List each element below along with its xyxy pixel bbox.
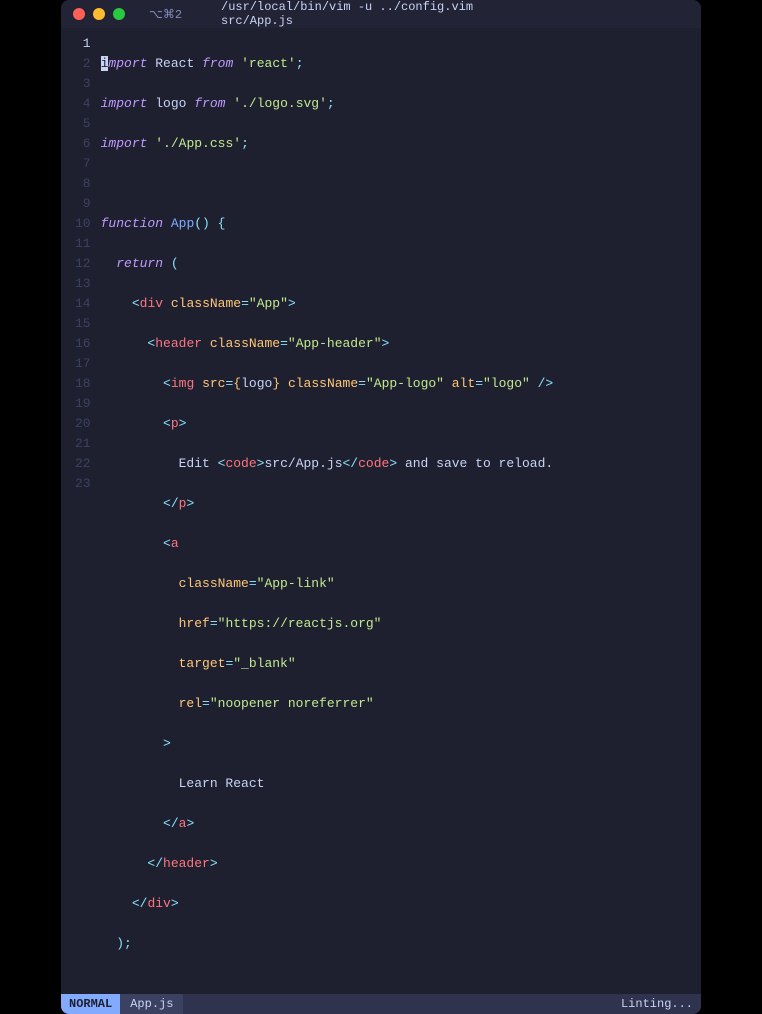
code-line: href="https://reactjs.org" xyxy=(101,614,701,634)
line-number: 12 xyxy=(75,254,91,274)
line-number-gutter: 1 2 3 4 5 6 7 8 9 10 11 12 13 14 15 16 1… xyxy=(61,34,101,994)
code-line: <img src={logo} className="App-logo" alt… xyxy=(101,374,701,394)
close-icon[interactable] xyxy=(73,8,85,20)
tab-shortcut: ⌥⌘2 xyxy=(149,7,182,22)
line-number: 9 xyxy=(75,194,91,214)
status-bar: NORMAL App.js Linting... xyxy=(61,994,701,1014)
line-number: 15 xyxy=(75,314,91,334)
code-line: </p> xyxy=(101,494,701,514)
minimize-icon[interactable] xyxy=(93,8,105,20)
line-number: 3 xyxy=(75,74,91,94)
line-number: 10 xyxy=(75,214,91,234)
code-line: Edit <code>src/App.js</code> and save to… xyxy=(101,454,701,474)
code-content[interactable]: import React from 'react'; import logo f… xyxy=(101,34,701,994)
line-number: 7 xyxy=(75,154,91,174)
code-line: rel="noopener noreferrer" xyxy=(101,694,701,714)
line-number: 6 xyxy=(75,134,91,154)
code-line: Learn React xyxy=(101,774,701,794)
zoom-icon[interactable] xyxy=(113,8,125,20)
line-number: 11 xyxy=(75,234,91,254)
line-number: 20 xyxy=(75,414,91,434)
code-line: ); xyxy=(101,934,701,954)
code-line: <a xyxy=(101,534,701,554)
line-number: 5 xyxy=(75,114,91,134)
traffic-lights xyxy=(73,8,125,20)
code-line: <header className="App-header"> xyxy=(101,334,701,354)
line-number: 1 xyxy=(75,34,91,54)
line-number: 16 xyxy=(75,334,91,354)
line-number: 18 xyxy=(75,374,91,394)
linting-status: Linting... xyxy=(613,994,701,1014)
line-number: 2 xyxy=(75,54,91,74)
terminal-window: ⌥⌘2 /usr/local/bin/vim -u ../config.vim … xyxy=(61,0,701,1014)
code-line: import './App.css'; xyxy=(101,134,701,154)
code-line: return ( xyxy=(101,254,701,274)
code-line: </header> xyxy=(101,854,701,874)
code-line: > xyxy=(101,734,701,754)
vim-mode-indicator: NORMAL xyxy=(61,994,120,1014)
line-number: 4 xyxy=(75,94,91,114)
line-number: 17 xyxy=(75,354,91,374)
line-number: 21 xyxy=(75,434,91,454)
code-line: import logo from './logo.svg'; xyxy=(101,94,701,114)
code-line: <p> xyxy=(101,414,701,434)
line-number: 19 xyxy=(75,394,91,414)
code-line: <div className="App"> xyxy=(101,294,701,314)
titlebar: ⌥⌘2 /usr/local/bin/vim -u ../config.vim … xyxy=(61,0,701,28)
editor-area[interactable]: 1 2 3 4 5 6 7 8 9 10 11 12 13 14 15 16 1… xyxy=(61,28,701,994)
line-number: 22 xyxy=(75,454,91,474)
line-number: 14 xyxy=(75,294,91,314)
line-number: 23 xyxy=(75,474,91,494)
line-number: 8 xyxy=(75,174,91,194)
code-line: target="_blank" xyxy=(101,654,701,674)
code-line: function App() { xyxy=(101,214,701,234)
status-filename: App.js xyxy=(120,994,183,1014)
code-line: </div> xyxy=(101,894,701,914)
code-line xyxy=(101,174,701,194)
code-line: import React from 'react'; xyxy=(101,54,701,74)
window-title: /usr/local/bin/vim -u ../config.vim src/… xyxy=(221,0,541,28)
line-number: 13 xyxy=(75,274,91,294)
code-line: className="App-link" xyxy=(101,574,701,594)
code-line: </a> xyxy=(101,814,701,834)
